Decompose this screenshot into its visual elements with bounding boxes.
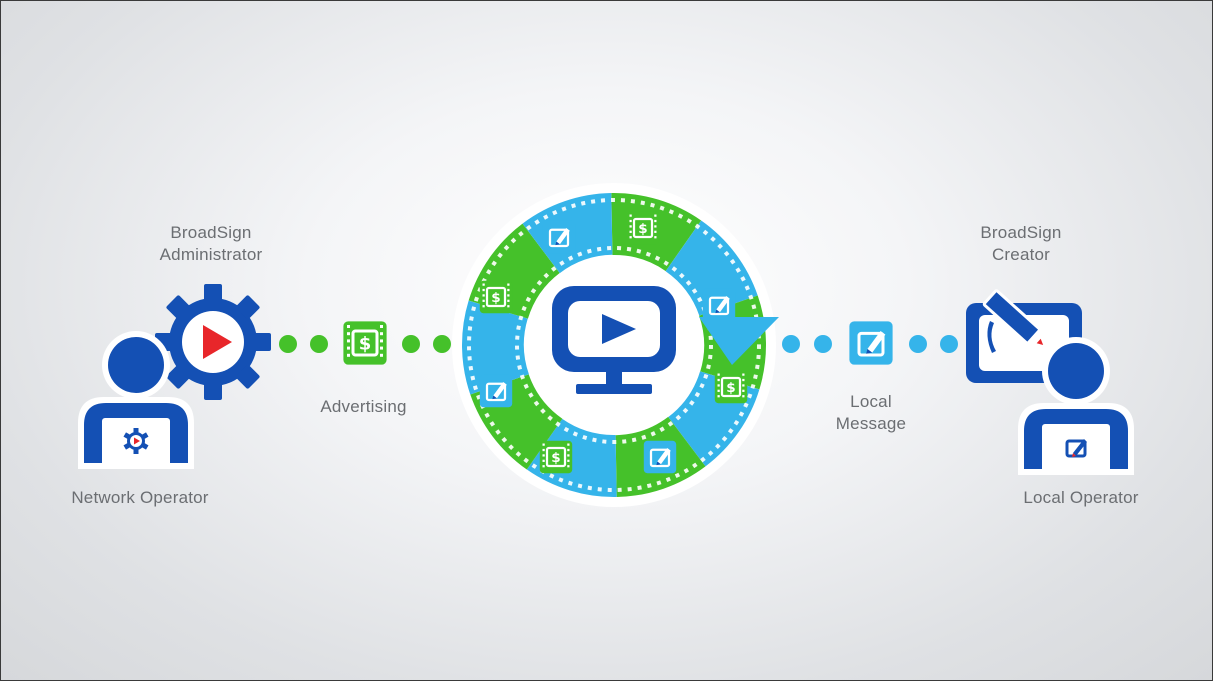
- administrator-label: BroadSign Administrator: [159, 223, 263, 264]
- local-message-icon: [847, 319, 895, 367]
- advertising-icon: [341, 319, 389, 367]
- local-operator-label: Local Operator: [1023, 488, 1139, 507]
- advertising-label: Advertising: [320, 397, 407, 416]
- diagram-canvas: $: [0, 0, 1213, 681]
- network-operator-label: Network Operator: [71, 488, 209, 507]
- local-message-label: Local Message: [835, 392, 907, 433]
- diagram-graphics: $: [78, 183, 1134, 507]
- administrator-gear-icon: [155, 284, 271, 400]
- creator-label: BroadSign Creator: [980, 223, 1062, 264]
